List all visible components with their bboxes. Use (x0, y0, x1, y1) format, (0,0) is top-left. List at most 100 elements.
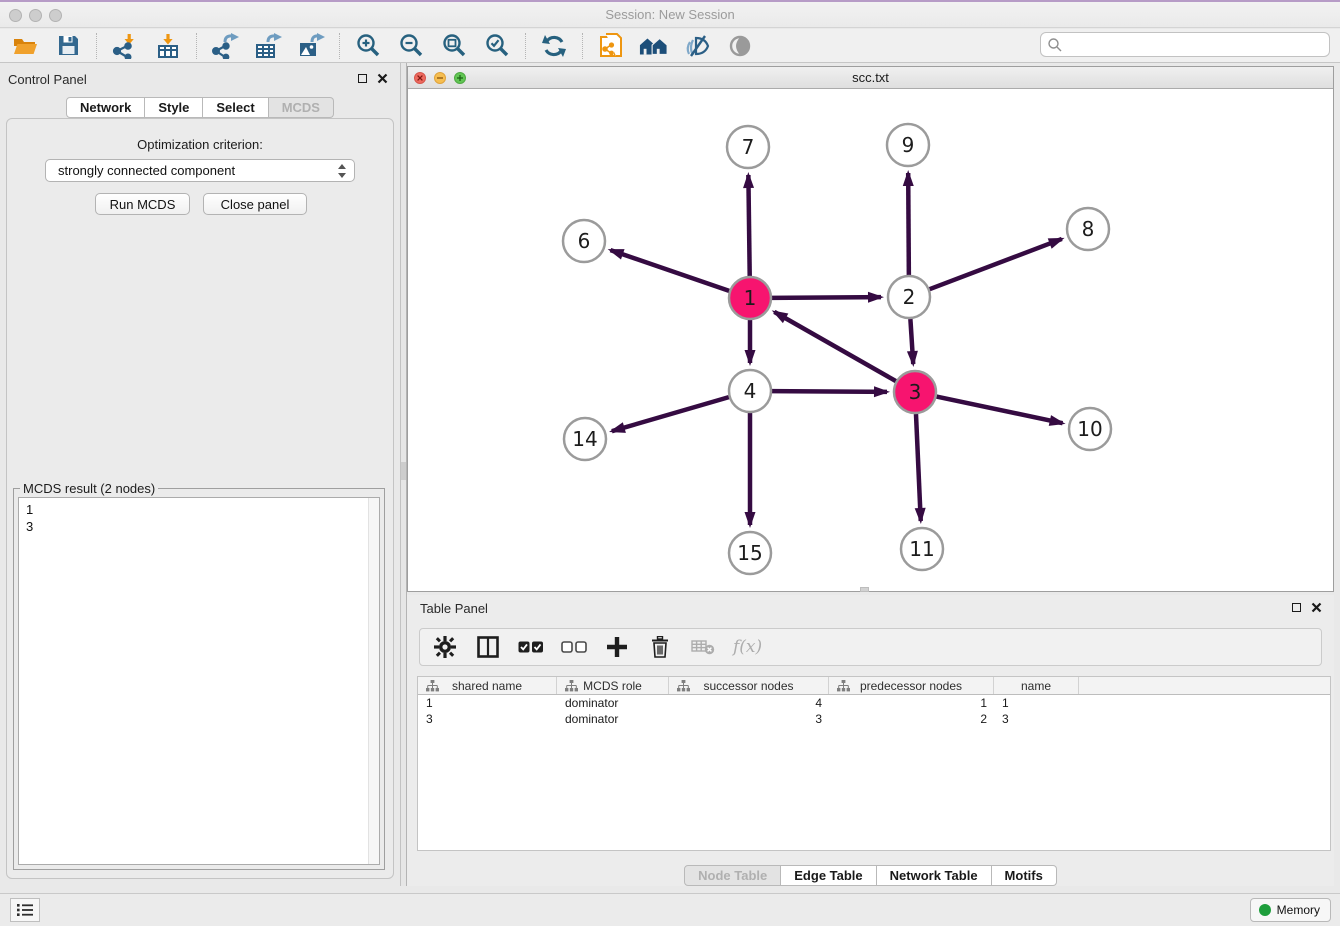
close-panel-icon[interactable] (377, 73, 388, 84)
control-panel-title: Control Panel (8, 72, 87, 87)
show-all-icon[interactable] (725, 32, 755, 60)
table-row[interactable]: 1dominator411 (418, 695, 1330, 711)
table-cell[interactable]: 2 (829, 711, 994, 727)
float-panel-icon[interactable] (358, 74, 367, 83)
new-network-icon[interactable] (596, 32, 626, 60)
result-line: 3 (26, 518, 33, 535)
table-toolbar: f(x) (419, 628, 1322, 666)
search-input[interactable] (1063, 35, 1329, 55)
column-layout-icon[interactable] (475, 634, 501, 660)
memory-button[interactable]: Memory (1250, 898, 1331, 922)
splitter-grip[interactable] (401, 462, 406, 480)
deselect-all-columns-icon[interactable] (561, 634, 587, 660)
float-table-panel-icon[interactable] (1292, 603, 1301, 612)
table-cell[interactable]: 3 (994, 711, 1079, 727)
column-header-shared-name[interactable]: shared name (418, 677, 557, 694)
tab-network[interactable]: Network (66, 97, 145, 118)
tab-select[interactable]: Select (203, 97, 268, 118)
graph-node-label: 10 (1077, 417, 1102, 441)
import-table-icon[interactable] (153, 32, 183, 60)
table-cell[interactable]: dominator (557, 695, 669, 711)
graph-edge-3-10[interactable] (937, 397, 1063, 424)
column-header-MCDS-role[interactable]: MCDS role (557, 677, 669, 694)
table-row[interactable]: 3dominator323 (418, 711, 1330, 727)
toolbar-separator (96, 33, 97, 59)
table-cell[interactable]: 3 (669, 711, 829, 727)
column-header-name[interactable]: name (994, 677, 1079, 694)
zoom-fit-icon[interactable] (439, 32, 469, 60)
delete-column-icon[interactable] (647, 634, 673, 660)
save-session-icon[interactable] (53, 32, 83, 60)
hide-selected-icon[interactable] (682, 32, 712, 60)
tab-edge-table[interactable]: Edge Table (781, 865, 876, 886)
table-cell[interactable]: 3 (418, 711, 557, 727)
result-line: 1 (26, 501, 33, 518)
network-view-titlebar: scc.txt (408, 67, 1333, 89)
graph-edge-1-6[interactable] (610, 250, 729, 291)
add-column-icon[interactable] (604, 634, 630, 660)
column-header-predecessor-nodes[interactable]: predecessor nodes (829, 677, 994, 694)
mcds-tab-content: Optimization criterion: strongly connect… (6, 118, 394, 879)
graph-node-label: 3 (909, 380, 922, 404)
vertical-splitter[interactable] (400, 63, 407, 886)
column-header-label: MCDS role (583, 679, 642, 693)
table-cell[interactable]: 1 (994, 695, 1079, 711)
graph-edge-4-14[interactable] (612, 397, 729, 431)
table-cell[interactable]: 1 (829, 695, 994, 711)
task-history-button[interactable] (10, 898, 40, 922)
export-table-icon[interactable] (253, 32, 283, 60)
node-table[interactable]: shared name MCDS role successor nodesprede… (417, 676, 1331, 851)
control-panel: Control Panel NetworkStyleSelectMCDS Opt… (0, 66, 400, 885)
mcds-result-box[interactable]: 13 (18, 497, 380, 865)
export-network-icon[interactable] (210, 32, 240, 60)
import-network-icon[interactable] (110, 32, 140, 60)
status-bar: Memory (0, 893, 1340, 926)
result-scrollbar[interactable] (368, 498, 379, 864)
tab-motifs[interactable]: Motifs (992, 865, 1057, 886)
search-field[interactable] (1040, 32, 1330, 57)
zoom-in-icon[interactable] (353, 32, 383, 60)
export-image-icon[interactable] (296, 32, 326, 60)
network-view-title: scc.txt (408, 70, 1333, 85)
table-cell[interactable]: 4 (669, 695, 829, 711)
zoom-out-icon[interactable] (396, 32, 426, 60)
graph-node-label: 7 (742, 135, 755, 159)
run-mcds-button[interactable]: Run MCDS (95, 193, 190, 215)
graph-edge-2-9[interactable] (908, 173, 909, 275)
table-settings-icon[interactable] (432, 634, 458, 660)
graph-edge-3-1[interactable] (774, 312, 896, 381)
apply-layout-icon[interactable] (539, 32, 569, 60)
column-header-successor-nodes[interactable]: successor nodes (669, 677, 829, 694)
close-table-panel-icon[interactable] (1311, 602, 1322, 613)
table-panel-tabs: Node TableEdge TableNetwork TableMotifs (407, 865, 1334, 886)
select-all-columns-icon[interactable] (518, 634, 544, 660)
table-cell[interactable]: dominator (557, 711, 669, 727)
tab-mcds[interactable]: MCDS (269, 97, 334, 118)
network-resize-grip[interactable] (860, 587, 869, 592)
network-canvas[interactable]: 1234678910111415 (408, 89, 1333, 591)
mcds-result-groupbox: MCDS result (2 nodes) 13 (13, 488, 385, 870)
open-session-icon[interactable] (10, 32, 40, 60)
graph-node-label: 6 (578, 229, 591, 253)
graph-edge-2-3[interactable] (910, 319, 913, 364)
mcds-result-lines: 13 (19, 499, 40, 537)
tab-network-table[interactable]: Network Table (877, 865, 992, 886)
graph-edge-4-3[interactable] (772, 391, 887, 392)
close-panel-button[interactable]: Close panel (203, 193, 307, 215)
graph-edge-3-11[interactable] (916, 414, 921, 521)
graph-node-label: 8 (1082, 217, 1095, 241)
graph-edge-2-8[interactable] (930, 239, 1062, 289)
table-cell[interactable]: 1 (418, 695, 557, 711)
zoom-selected-icon[interactable] (482, 32, 512, 60)
tab-style[interactable]: Style (145, 97, 203, 118)
tab-node-table[interactable]: Node Table (684, 865, 781, 886)
first-neighbors-icon[interactable] (639, 32, 669, 60)
graph-node-label: 1 (744, 286, 757, 310)
optimization-criterion-label: Optimization criterion: (7, 137, 393, 152)
graph-node-label: 9 (902, 133, 915, 157)
column-header-label: name (1021, 679, 1051, 693)
criterion-select[interactable]: strongly connected component (45, 159, 355, 182)
window-title: Session: New Session (0, 7, 1340, 22)
graph-edge-1-7[interactable] (748, 175, 749, 276)
graph-edge-1-2[interactable] (772, 297, 881, 298)
